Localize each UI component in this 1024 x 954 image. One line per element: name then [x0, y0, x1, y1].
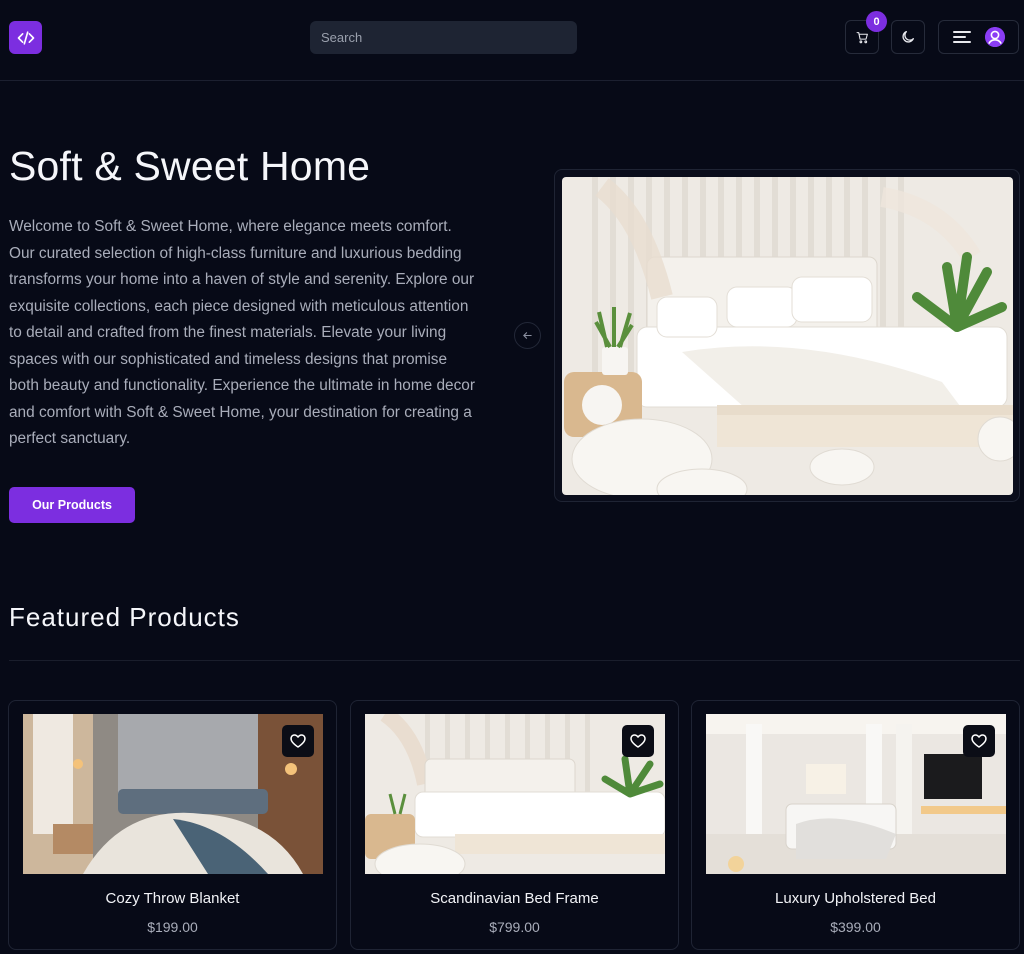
product-card[interactable]: Luxury Upholstered Bed $399.00	[691, 700, 1020, 950]
menu-icon	[953, 31, 971, 43]
heart-icon	[630, 734, 646, 748]
carousel-prev-button[interactable]	[514, 322, 541, 349]
product-name: Cozy Throw Blanket	[105, 890, 240, 907]
hero-title: Soft & Sweet Home	[9, 143, 371, 189]
favorite-button[interactable]	[282, 725, 314, 757]
moon-icon	[902, 31, 914, 43]
code-icon	[17, 30, 34, 45]
product-card[interactable]: Cozy Throw Blanket $199.00	[8, 700, 337, 950]
hero-description: Welcome to Soft & Sweet Home, where eleg…	[9, 218, 475, 447]
cart-icon	[856, 31, 868, 43]
featured-products-title: Featured Products	[9, 602, 240, 632]
product-name: Scandinavian Bed Frame	[430, 890, 599, 907]
heart-icon	[971, 734, 987, 748]
product-price: $799.00	[489, 919, 540, 935]
hero-carousel	[554, 169, 1020, 502]
product-card[interactable]: Scandinavian Bed Frame $799.00	[350, 700, 679, 950]
product-name: Luxury Upholstered Bed	[775, 890, 936, 907]
user-avatar-icon	[985, 27, 1005, 47]
navbar: 0	[0, 0, 1024, 81]
favorite-button[interactable]	[622, 725, 654, 757]
favorite-button[interactable]	[963, 725, 995, 757]
section-divider	[9, 660, 1020, 661]
product-price: $399.00	[830, 919, 881, 935]
search-input[interactable]	[310, 21, 577, 54]
our-products-button[interactable]: Our Products	[9, 487, 135, 523]
heart-icon	[290, 734, 306, 748]
user-menu-button[interactable]	[938, 20, 1019, 54]
arrow-left-icon	[523, 332, 532, 339]
product-price: $199.00	[147, 919, 198, 935]
logo-button[interactable]	[9, 21, 42, 54]
product-image	[365, 714, 665, 874]
product-image	[23, 714, 323, 874]
product-image	[706, 714, 1006, 874]
hero-bedroom-image	[562, 177, 1013, 495]
theme-toggle-button[interactable]	[891, 20, 925, 54]
cart-count-badge: 0	[866, 11, 887, 32]
